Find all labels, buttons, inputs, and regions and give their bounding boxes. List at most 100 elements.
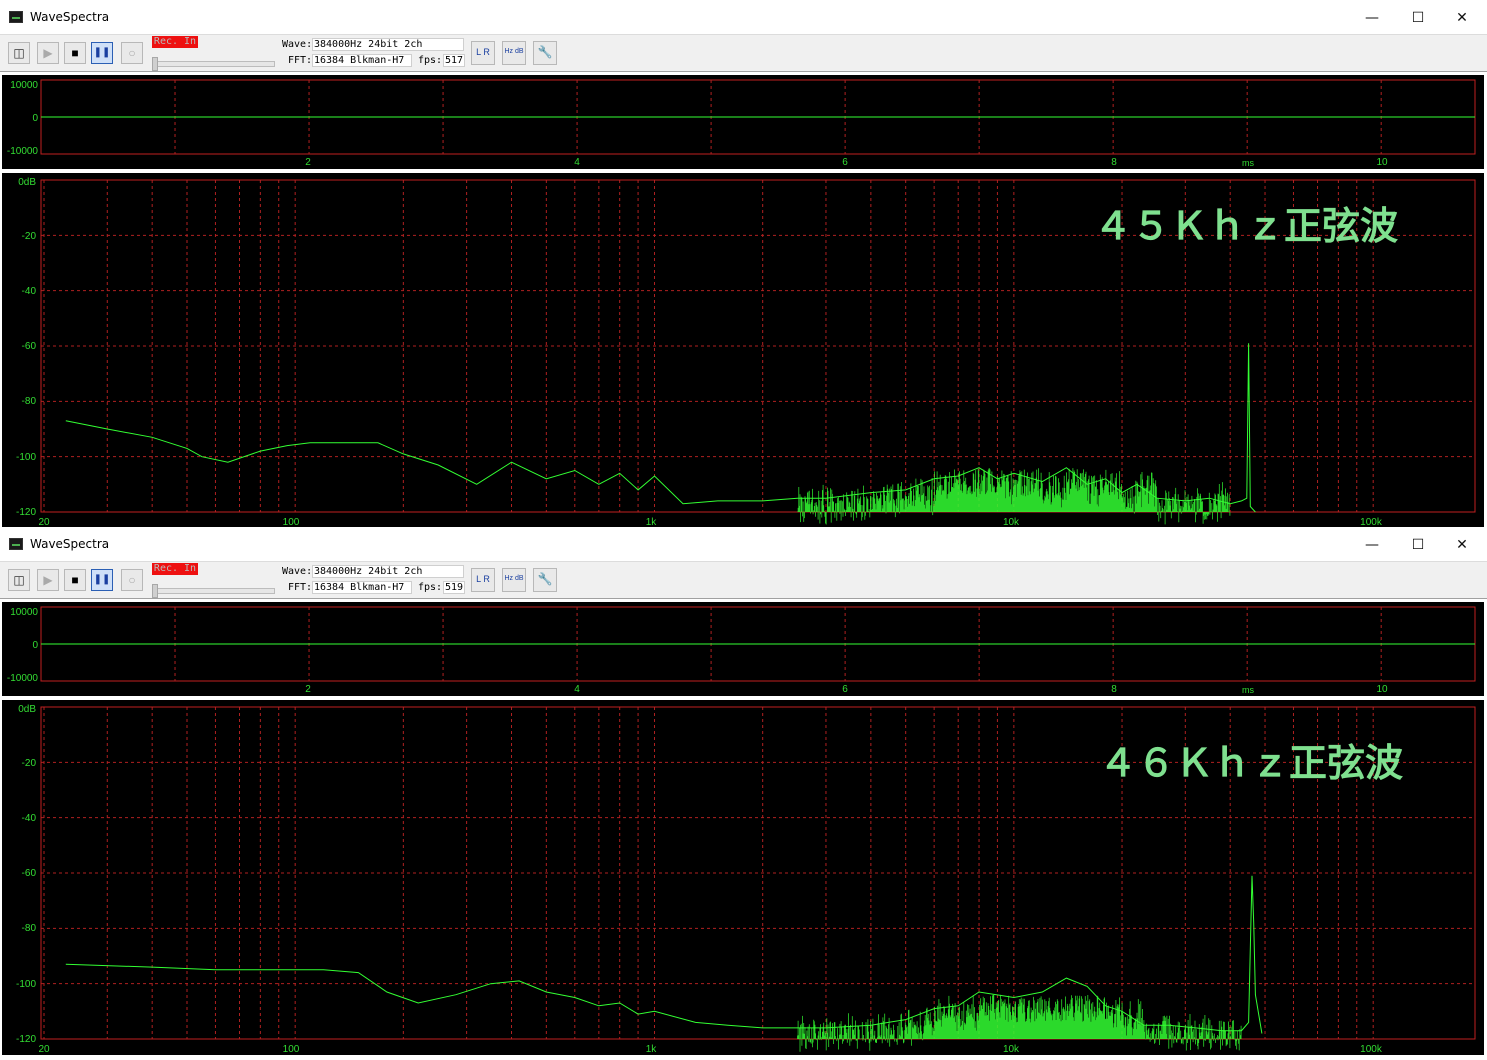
- play-button[interactable]: ▶: [37, 569, 59, 591]
- toolbar: ◫ ▶ ■ ❚❚ ○ Rec. In Wave: 384000Hz 24bit …: [0, 34, 1487, 72]
- spectrum-ytick: -40: [22, 813, 37, 824]
- fft-setting-field[interactable]: 16384 Blkman-H7: [312, 581, 412, 594]
- play-icon: ▶: [43, 573, 53, 587]
- maximize-button[interactable]: ☐: [1395, 4, 1441, 32]
- toolbar: ◫ ▶ ■ ❚❚ ○ Rec. In Wave: 384000Hz 24bit …: [0, 561, 1487, 599]
- spectrum-xtick: 1k: [646, 1044, 658, 1055]
- pause-button[interactable]: ❚❚: [91, 569, 113, 591]
- device-icon: ◫: [13, 46, 25, 60]
- stop-button[interactable]: ■: [64, 42, 86, 64]
- record-button[interactable]: ○: [121, 42, 143, 64]
- waveform-xtick: 2: [305, 684, 311, 695]
- spectrum-ytick: 0dB: [18, 704, 36, 715]
- spectrum-ytick: -20: [22, 231, 37, 242]
- title-bar[interactable]: WaveSpectra — ☐ ✕: [0, 527, 1487, 561]
- pause-icon: ❚❚: [93, 574, 111, 585]
- spectrum-chart: 0dB -20 -40 -60 -80 -100 -120 20 100 1k …: [16, 177, 1476, 528]
- spectrum-ytick: -120: [16, 1034, 36, 1045]
- fps-field: 519: [443, 581, 465, 594]
- fps-label: fps:: [418, 55, 443, 66]
- rec-input-label: Rec. In: [152, 36, 198, 48]
- spectrum-ytick: -100: [16, 979, 36, 990]
- spectrum-ytick: -80: [22, 923, 37, 934]
- close-button[interactable]: ✕: [1439, 531, 1485, 559]
- waveform-xtick: 8: [1111, 157, 1117, 168]
- channel-lr-button[interactable]: L R: [471, 568, 495, 592]
- stop-icon: ■: [71, 46, 79, 60]
- waveform-xtick: 10: [1376, 157, 1388, 168]
- close-button[interactable]: ✕: [1439, 4, 1485, 32]
- waveform-xtick: 6: [842, 684, 848, 695]
- pause-icon: ❚❚: [93, 47, 111, 58]
- spectrum-annotation: ４５Ｋｈｚ正弦波: [1094, 204, 1398, 248]
- fft-setting-field[interactable]: 16384 Blkman-H7: [312, 54, 412, 67]
- waveform-xtick: 8: [1111, 684, 1117, 695]
- record-button[interactable]: ○: [121, 569, 143, 591]
- spectrum-xtick: 100: [283, 1044, 300, 1055]
- wavespectra-window-2: WaveSpectra — ☐ ✕ ◫ ▶ ■ ❚❚ ○ Rec. In Wav…: [0, 527, 1487, 1055]
- level-slider-track[interactable]: [153, 588, 275, 594]
- waveform-unit: ms: [1242, 685, 1254, 695]
- play-button[interactable]: ▶: [37, 42, 59, 64]
- settings-button[interactable]: 🔧: [533, 41, 557, 65]
- spectrum-panel: 0dB -20 -40 -60 -80 -100 -120 20 100 1k …: [2, 700, 1484, 1055]
- waveform-ytick: 10000: [10, 80, 38, 91]
- level-slider-thumb[interactable]: [152, 57, 158, 71]
- waveform-xtick: 2: [305, 157, 311, 168]
- waveform-chart: 10000 0 -10000 2 4 6 8 10 ms: [7, 79, 1476, 168]
- settings-wrench-icon: 🔧: [537, 572, 553, 586]
- spectrum-ytick: -60: [22, 341, 37, 352]
- hz-db-button[interactable]: Hz dB: [502, 41, 526, 65]
- play-icon: ▶: [43, 46, 53, 60]
- channel-lr-button[interactable]: L R: [471, 41, 495, 65]
- stop-button[interactable]: ■: [64, 569, 86, 591]
- device-icon: ◫: [13, 573, 25, 587]
- waveform-chart: 10000 0 -10000 2 4 6 8 10 ms: [7, 606, 1476, 695]
- waveform-panel: 10000 0 -10000 2 4 6 8 10 ms: [2, 75, 1484, 169]
- settings-wrench-icon: 🔧: [537, 45, 553, 59]
- waveform-ytick: 0: [32, 113, 38, 124]
- waveform-panel: 10000 0 -10000 2 4 6 8 10 ms: [2, 602, 1484, 696]
- minimize-button[interactable]: —: [1349, 4, 1395, 32]
- waveform-xtick: 10: [1376, 684, 1388, 695]
- settings-button[interactable]: 🔧: [533, 568, 557, 592]
- title-bar[interactable]: WaveSpectra — ☐ ✕: [0, 0, 1487, 34]
- pause-button[interactable]: ❚❚: [91, 42, 113, 64]
- window-title: WaveSpectra: [30, 537, 110, 551]
- level-slider-track[interactable]: [153, 61, 275, 67]
- waveform-ytick: 10000: [10, 607, 38, 618]
- channel-lr-icon: L R: [476, 574, 490, 584]
- spectrum-ytick: -60: [22, 868, 37, 879]
- spectrum-ytick: -40: [22, 286, 37, 297]
- waveform-xtick: 4: [574, 684, 580, 695]
- spectrum-panel: 0dB -20 -40 -60 -80 -100 -120 20 100 1k …: [2, 173, 1484, 528]
- waveform-ytick: 0: [32, 640, 38, 651]
- app-icon: [9, 538, 23, 550]
- maximize-button[interactable]: ☐: [1395, 531, 1441, 559]
- spectrum-xtick: 100k: [1360, 1044, 1383, 1055]
- spectrum-noise: [797, 994, 1242, 1052]
- device-button[interactable]: ◫: [8, 569, 30, 591]
- minimize-button[interactable]: —: [1349, 531, 1395, 559]
- app-icon: [9, 11, 23, 23]
- spectrum-ytick: -120: [16, 507, 36, 518]
- wave-format-field: 384000Hz 24bit 2ch: [312, 38, 464, 51]
- waveform-xtick: 4: [574, 157, 580, 168]
- hz-db-button[interactable]: Hz dB: [502, 568, 526, 592]
- waveform-unit: ms: [1242, 158, 1254, 168]
- fft-label: FFT:: [288, 582, 313, 593]
- spectrum-xtick: 20: [38, 1044, 50, 1055]
- device-button[interactable]: ◫: [8, 42, 30, 64]
- wave-label: Wave:: [282, 39, 313, 50]
- fps-label: fps:: [418, 582, 443, 593]
- fft-label: FFT:: [288, 55, 313, 66]
- hz-db-icon: Hz dB: [504, 48, 524, 55]
- hz-db-icon: Hz dB: [504, 575, 524, 582]
- stop-icon: ■: [71, 573, 79, 587]
- level-slider-thumb[interactable]: [152, 584, 158, 598]
- wave-format-field: 384000Hz 24bit 2ch: [312, 565, 464, 578]
- channel-lr-icon: L R: [476, 47, 490, 57]
- record-icon: ○: [128, 46, 136, 60]
- waveform-ytick: -10000: [7, 146, 39, 157]
- spectrum-xtick: 10k: [1003, 1044, 1020, 1055]
